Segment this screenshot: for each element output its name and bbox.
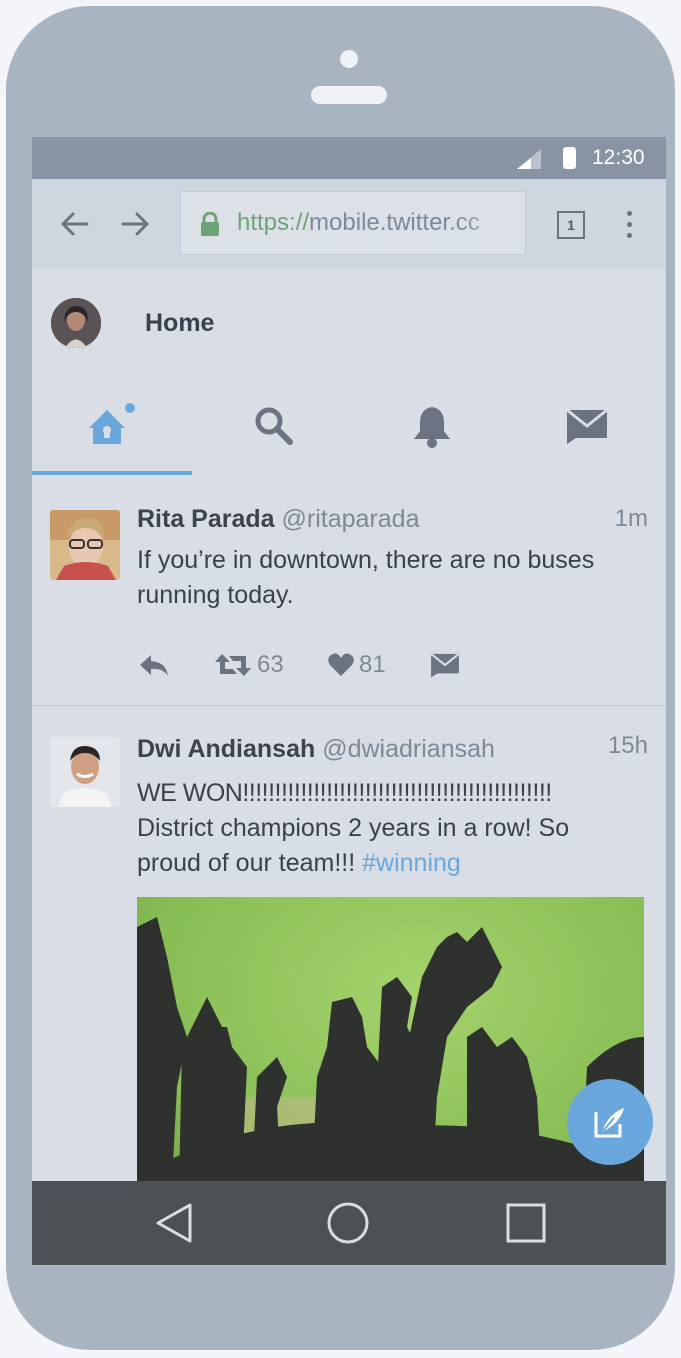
tweet-actions: 63 81 xyxy=(137,645,517,685)
tab-switcher-button[interactable]: 1 xyxy=(557,211,585,239)
search-icon xyxy=(255,407,293,445)
tab-search[interactable] xyxy=(195,377,353,475)
signal-icon xyxy=(517,149,541,169)
compose-tweet-button[interactable] xyxy=(567,1079,653,1165)
tweet-time: 1m xyxy=(614,505,648,532)
hashtag-link[interactable]: #winning xyxy=(362,849,461,877)
speaker xyxy=(311,86,387,104)
profile-avatar[interactable] xyxy=(51,298,101,348)
system-nav-bar xyxy=(32,1181,666,1265)
tweet-avatar[interactable] xyxy=(50,510,120,580)
compose-icon xyxy=(594,1108,624,1138)
forward-button[interactable] xyxy=(116,204,156,244)
system-back-button[interactable] xyxy=(150,1199,198,1247)
tweet-text: If you’re in downtown, there are no buse… xyxy=(137,546,595,609)
messages-icon xyxy=(430,653,460,678)
url-scheme: https:// xyxy=(237,209,310,236)
page-title: Home xyxy=(145,309,215,337)
screen: 12:30 https://mobile.twitter.cc 1 Home R… xyxy=(32,137,666,1265)
tweet-text-line: District champions 2 years in a row! So … xyxy=(137,814,570,877)
browser-toolbar: https://mobile.twitter.cc 1 xyxy=(32,179,666,269)
url-text: https://mobile.twitter.cc xyxy=(237,209,480,237)
home-circle-icon xyxy=(327,1202,369,1244)
system-recents-button[interactable] xyxy=(502,1199,550,1247)
heart-icon xyxy=(328,653,354,676)
tweet-divider xyxy=(32,705,666,706)
direct-message-button[interactable] xyxy=(429,645,461,685)
camera xyxy=(340,50,358,68)
tab-messages[interactable] xyxy=(508,377,666,475)
retweet-button[interactable]: 63 xyxy=(213,645,284,685)
tweet-avatar[interactable] xyxy=(50,737,120,807)
status-time: 12:30 xyxy=(592,146,645,169)
back-arrow-icon xyxy=(61,212,89,236)
nav-tabs xyxy=(32,377,666,475)
tweet-text-line: WE WON!!!!!!!!!!!!!!!!!!!!!!!!!!!!!!!!!!… xyxy=(137,779,552,807)
messages-icon xyxy=(566,408,608,444)
phone-frame: 12:30 https://mobile.twitter.cc 1 Home R… xyxy=(6,6,675,1350)
active-tab-indicator xyxy=(32,471,192,475)
avatar-image xyxy=(50,737,120,807)
system-home-button[interactable] xyxy=(324,1199,372,1247)
browser-menu-button[interactable] xyxy=(619,207,639,243)
tweet-time: 15h xyxy=(607,732,648,759)
author-name[interactable]: Dwi Andiansah xyxy=(137,735,315,763)
tab-home[interactable] xyxy=(32,377,190,475)
avatar-image xyxy=(51,298,101,348)
url-bar[interactable]: https://mobile.twitter.cc xyxy=(180,191,526,255)
home-icon xyxy=(89,403,135,444)
author-handle[interactable]: @dwiadriansah xyxy=(322,735,495,763)
reply-button[interactable] xyxy=(137,645,171,685)
notifications-icon xyxy=(414,407,450,448)
author-handle[interactable]: @ritaparada xyxy=(282,505,420,533)
retweet-count: 63 xyxy=(257,651,284,678)
url-fade xyxy=(455,192,525,254)
tweet-author: Dwi Andiansah @dwiadriansah xyxy=(137,735,495,764)
like-count: 81 xyxy=(359,651,386,678)
forward-arrow-icon xyxy=(121,212,149,236)
battery-icon xyxy=(563,147,576,169)
recents-square-icon xyxy=(506,1203,546,1243)
back-button[interactable] xyxy=(54,204,94,244)
like-button[interactable]: 81 xyxy=(327,645,386,685)
retweet-icon xyxy=(215,654,251,676)
tab-notifications[interactable] xyxy=(353,377,511,475)
back-triangle-icon xyxy=(156,1203,192,1243)
tweet-text: WE WON!!!!!!!!!!!!!!!!!!!!!!!!!!!!!!!!!!… xyxy=(137,776,637,881)
tweet[interactable]: Rita Parada @ritaparada 1m If you’re in … xyxy=(32,505,666,705)
author-name[interactable]: Rita Parada xyxy=(137,505,275,533)
lock-icon xyxy=(201,212,219,236)
reply-icon xyxy=(140,655,168,676)
tweet-author: Rita Parada @ritaparada xyxy=(137,505,419,534)
status-bar: 12:30 xyxy=(32,137,666,179)
avatar-image xyxy=(50,510,120,580)
